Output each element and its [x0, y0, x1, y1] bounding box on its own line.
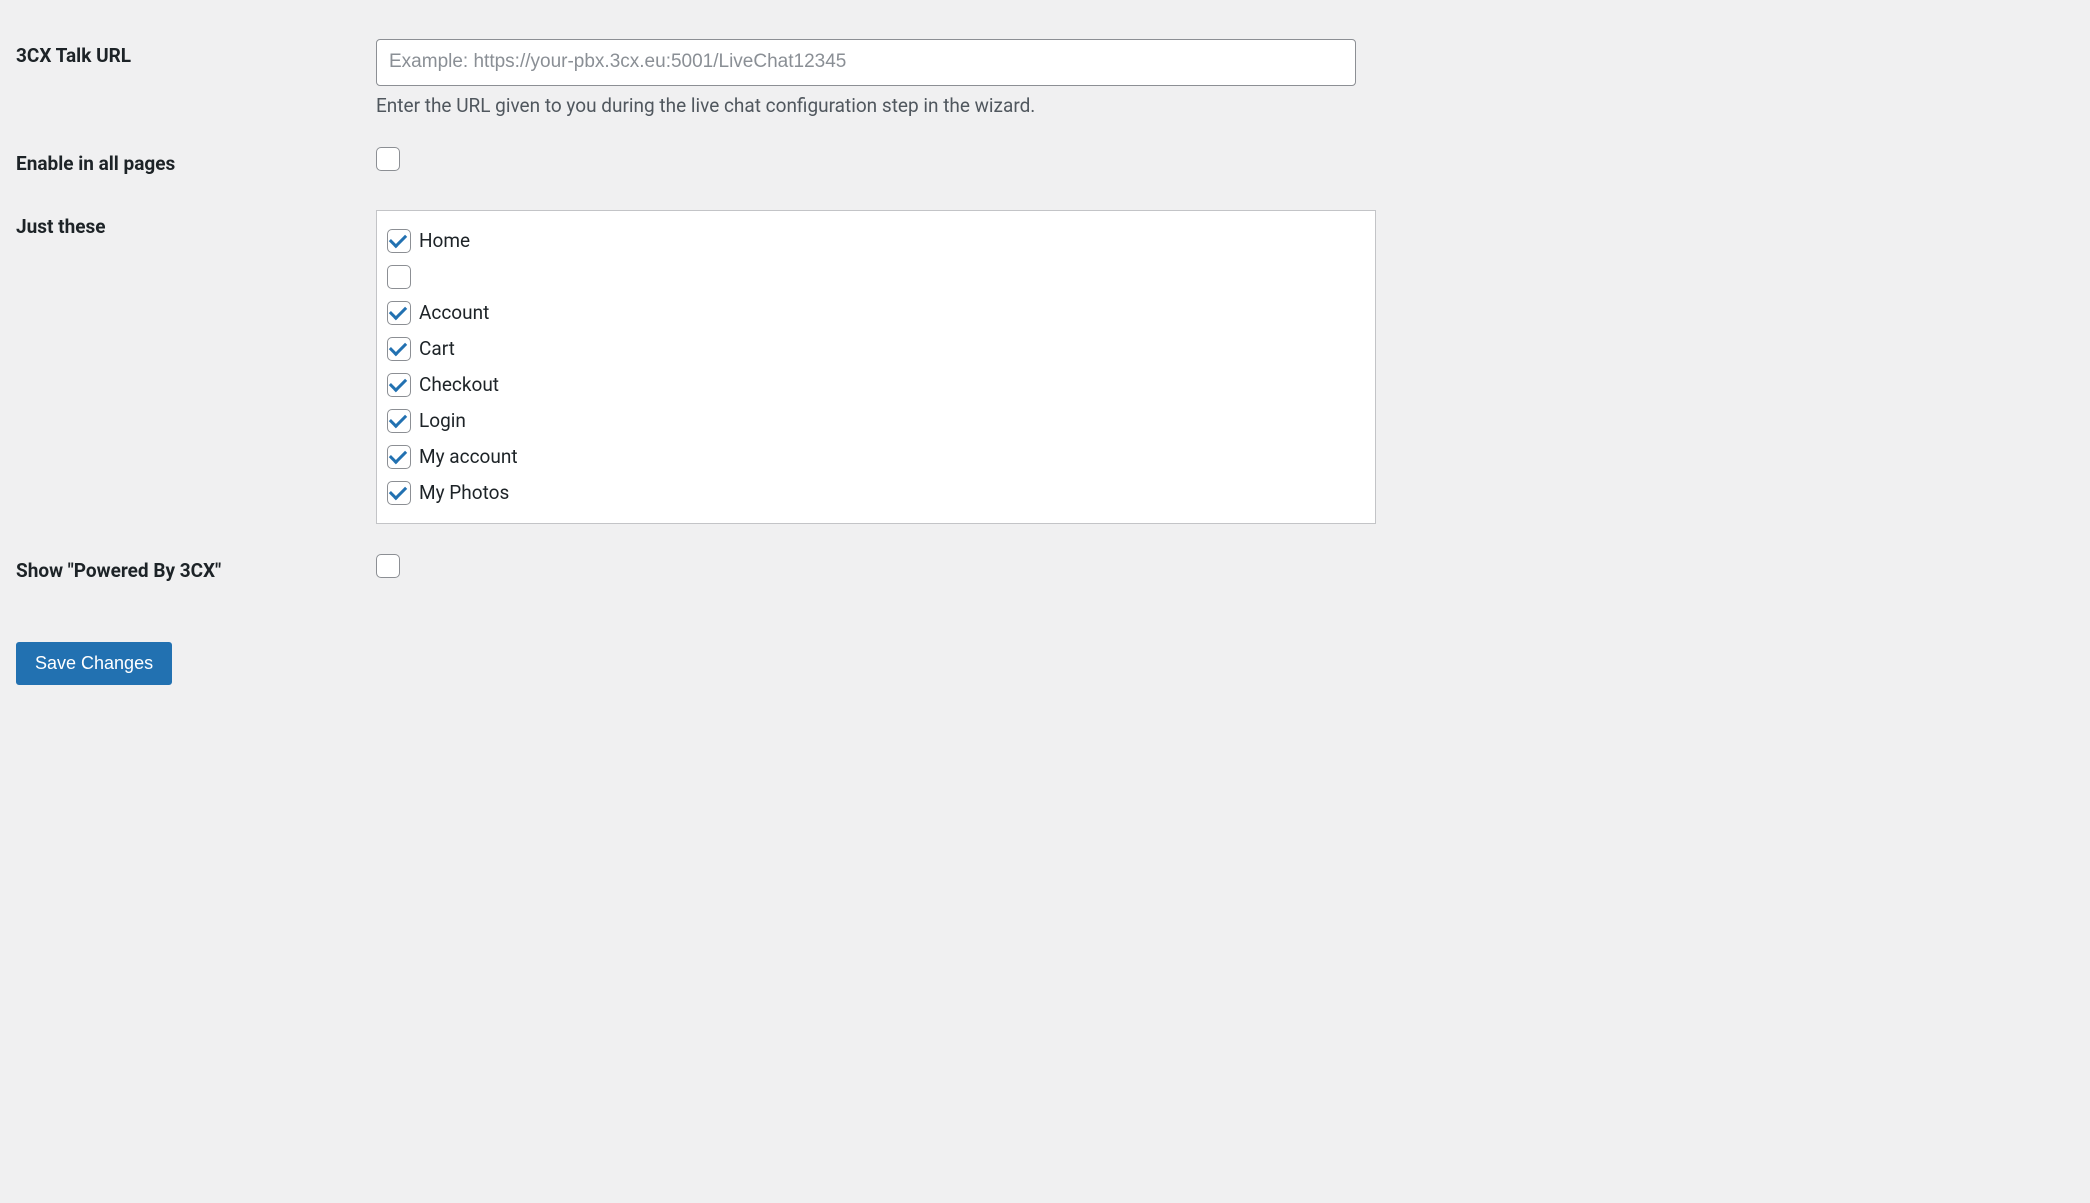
page-item: Cart [387, 331, 1365, 367]
powered-by-label: Show "Powered By 3CX" [16, 539, 366, 602]
page-item-label: Cart [419, 337, 455, 360]
talk-url-input[interactable] [376, 39, 1356, 86]
page-item: Login [387, 403, 1365, 439]
enable-all-checkbox[interactable] [376, 147, 400, 171]
page-item: Account [387, 295, 1365, 331]
page-item-label: Login [419, 409, 466, 432]
page-checkbox[interactable] [387, 337, 411, 361]
page-checkbox[interactable] [387, 409, 411, 433]
page-item-label: Home [419, 229, 470, 252]
page-item-label: Checkout [419, 373, 499, 396]
page-item: Home [387, 223, 1365, 259]
page-item-label: My Photos [419, 481, 509, 504]
page-item: Checkout [387, 367, 1365, 403]
page-item [387, 259, 1365, 295]
page-item-label: My account [419, 445, 518, 468]
page-checkbox[interactable] [387, 265, 411, 289]
page-checkbox[interactable] [387, 229, 411, 253]
settings-form-table: 3CX Talk URL Enter the URL given to you … [16, 24, 2074, 602]
page-checkbox[interactable] [387, 301, 411, 325]
pages-select-box: Home Account Cart Checkout Login My account My… [376, 210, 1376, 524]
just-these-label: Just these [16, 195, 366, 539]
page-item-label: Account [419, 301, 489, 324]
enable-all-label: Enable in all pages [16, 132, 366, 195]
talk-url-description: Enter the URL given to you during the li… [376, 94, 2064, 117]
powered-by-checkbox[interactable] [376, 554, 400, 578]
save-changes-button[interactable]: Save Changes [16, 642, 172, 685]
talk-url-label: 3CX Talk URL [16, 24, 366, 132]
page-checkbox[interactable] [387, 373, 411, 397]
page-checkbox[interactable] [387, 445, 411, 469]
page-checkbox[interactable] [387, 481, 411, 505]
page-item: My account [387, 439, 1365, 475]
page-item: My Photos [387, 475, 1365, 511]
